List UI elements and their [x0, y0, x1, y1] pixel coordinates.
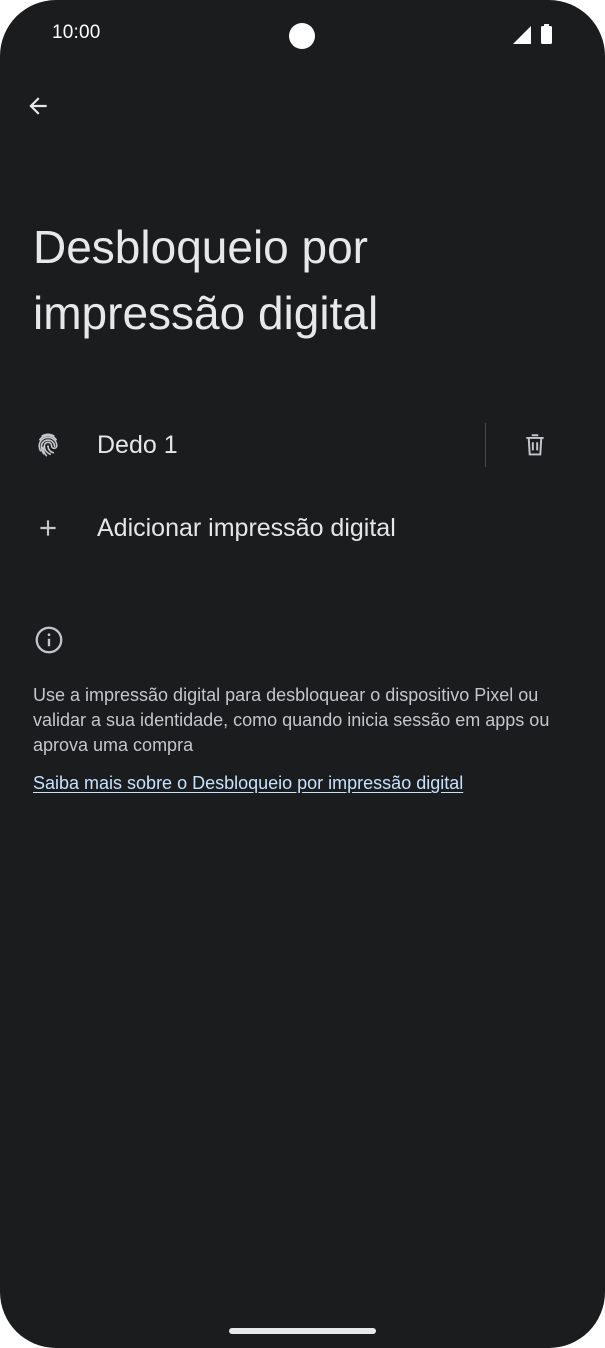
- add-fingerprint-button[interactable]: Adicionar impressão digital: [0, 495, 605, 561]
- battery-icon: [541, 24, 552, 44]
- status-time: 10:00: [52, 22, 101, 43]
- back-button[interactable]: [16, 84, 60, 128]
- delete-fingerprint-button[interactable]: [512, 422, 558, 468]
- plus-icon: [33, 513, 63, 543]
- phone-screen: 10:00 Desbloqueio por impressão digital: [0, 0, 605, 1348]
- gesture-nav-handle[interactable]: [229, 1328, 376, 1334]
- learn-more-link[interactable]: Saiba mais sobre o Desbloqueio por impre…: [33, 771, 463, 796]
- fingerprint-label: Dedo 1: [97, 430, 178, 459]
- add-fingerprint-label: Adicionar impressão digital: [97, 513, 396, 542]
- signal-icon: [513, 26, 531, 44]
- info-text: Use a impressão digital para desbloquear…: [33, 685, 550, 755]
- arrow-back-icon: [29, 97, 47, 115]
- fingerprint-icon: [33, 430, 63, 460]
- status-bar: 10:00: [0, 0, 605, 70]
- item-divider: [485, 423, 486, 467]
- page-title: Desbloqueio por impressão digital: [33, 221, 379, 339]
- info-icon: [35, 626, 63, 654]
- camera-cutout: [289, 23, 315, 49]
- trash-icon: [526, 434, 544, 456]
